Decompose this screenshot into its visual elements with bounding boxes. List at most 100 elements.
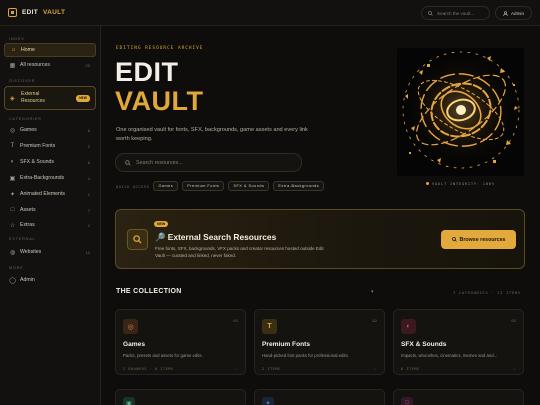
gamepad-icon: ◎: [123, 319, 138, 334]
card-number: 01: [233, 318, 238, 323]
sparkle-icon: ✦: [262, 397, 274, 405]
status-dot-icon: [426, 182, 429, 185]
sidebar-item-count: 2: [87, 143, 90, 149]
card-description: Hand-picked font packs for professional …: [262, 353, 349, 358]
sidebar-item-count: 12: [85, 249, 90, 255]
image-icon: ▣: [123, 397, 135, 405]
sidebar-item-label: Home: [21, 47, 35, 53]
vault-artwork: [397, 48, 524, 176]
hero-title-line-2: VAULT: [115, 86, 204, 116]
banner-title: 🔎 External Search Resources: [155, 232, 277, 242]
card-number: 03: [511, 318, 516, 323]
quick-access: QUICK ACCESS Games Premium Fonts SFX & S…: [116, 181, 325, 191]
quick-chip-games[interactable]: Games: [153, 181, 179, 191]
card-title: Premium Fonts: [262, 341, 310, 348]
top-search-input[interactable]: Search the vault...: [421, 6, 490, 20]
sidebar-item-count: 23: [85, 62, 90, 68]
sidebar-item-count: 7: [87, 207, 90, 213]
category-card-premium-fonts[interactable]: T 02 Premium Fonts Hand-picked font pack…: [254, 309, 385, 375]
type-icon: T: [10, 143, 15, 149]
arrow-right-icon: →: [373, 366, 377, 371]
brand-word-2: VAULT: [43, 9, 66, 16]
category-card-assets[interactable]: □: [393, 389, 524, 405]
search-icon: [127, 229, 148, 250]
sidebar-item-count: 6: [87, 127, 90, 133]
card-title: Games: [123, 341, 145, 348]
sound-icon: ◐: [10, 159, 15, 165]
banner-text: Free fonts, SFX, backgrounds, VFX packs …: [155, 246, 324, 258]
brand-logo[interactable]: EDIT VAULT: [8, 8, 65, 17]
sidebar-item-external-resources[interactable]: ◈ External Resources NEW: [4, 86, 96, 110]
sidebar-item-admin[interactable]: ◯ Admin: [4, 273, 96, 287]
sidebar-item-label: External Resources: [21, 91, 45, 104]
user-icon: ◯: [9, 277, 16, 284]
top-bar: EDIT VAULT Search the vault... Admin: [0, 0, 540, 26]
sidebar-item-home[interactable]: ⌂ Home: [4, 43, 96, 57]
sidebar-item-label: Games: [20, 127, 37, 133]
sound-icon: ◐: [401, 319, 416, 334]
sidebar-item-label: Websites: [20, 249, 42, 255]
sidebar-item-label: Animated Elements: [20, 191, 65, 197]
admin-button-label: Admin: [510, 10, 525, 16]
sidebar-item-count: 6: [87, 159, 90, 165]
quick-chip-premium-fonts[interactable]: Premium Fonts: [182, 181, 225, 191]
category-card-animated-elements[interactable]: ✦: [254, 389, 385, 405]
art-caption-text: VAULT INTEGRITY: 100%: [432, 181, 495, 186]
search-icon: [451, 237, 457, 242]
sidebar-item-assets[interactable]: □ Assets 7: [4, 203, 96, 217]
sidebar-item-games[interactable]: ◎ Games 6: [4, 123, 96, 137]
sidebar: INDEX ⌂ Home ▦ All resources 23 DISCOVER…: [0, 26, 101, 405]
sidebar-item-sfx-sounds[interactable]: ◐ SFX & Sounds 6: [4, 155, 96, 169]
quick-access-label: QUICK ACCESS: [116, 183, 150, 189]
collection-title: THE COLLECTION: [116, 288, 182, 295]
collection-meta: 7 CATEGORIES · 23 ITEMS: [453, 290, 521, 295]
search-icon: [125, 159, 131, 166]
sidebar-item-label: Extras: [20, 222, 35, 228]
type-icon: T: [262, 319, 277, 334]
compass-icon: ◈: [10, 95, 15, 102]
hero-search-input[interactable]: Search resources...: [115, 153, 302, 172]
vault-logo-icon: [8, 8, 17, 17]
star-icon: ☆: [9, 222, 16, 229]
category-card-extra-backgrounds[interactable]: ▣: [115, 389, 246, 405]
sidebar-item-label: SFX & Sounds: [20, 159, 55, 165]
sidebar-section-index: INDEX: [9, 37, 25, 41]
external-resources-banner: NEW 🔎 External Search Resources Free fon…: [115, 209, 525, 269]
sparkle-icon: ✦: [9, 191, 16, 198]
sidebar-item-label: Premium Fonts: [20, 143, 56, 149]
sidebar-item-label: Extra-Backgrounds: [20, 175, 65, 181]
chevron-down-icon[interactable]: ▾: [371, 289, 374, 295]
quick-chip-sfx-sounds[interactable]: SFX & Sounds: [228, 181, 270, 191]
sidebar-item-animated-elements[interactable]: ✦ Animated Elements 1: [4, 187, 96, 201]
arrow-right-icon: →: [234, 366, 238, 371]
sidebar-section-categories: CATEGORIES: [9, 117, 42, 121]
quick-chip-extra-backgrounds[interactable]: Extra-Backgrounds: [273, 181, 325, 191]
hero-title-line-1: EDIT: [115, 57, 179, 87]
new-badge: NEW: [154, 221, 169, 227]
sidebar-item-count: 1: [87, 191, 90, 197]
sidebar-item-all-resources[interactable]: ▦ All resources 23: [4, 58, 96, 72]
top-search-placeholder: Search the vault...: [437, 10, 475, 16]
sidebar-item-extras[interactable]: ☆ Extras 4: [4, 218, 96, 232]
sidebar-item-premium-fonts[interactable]: T Premium Fonts 2: [4, 139, 96, 153]
home-icon: ⌂: [11, 47, 16, 53]
category-card-sfx-sounds[interactable]: ◐ 03 SFX & Sounds Impacts, whooshes, cin…: [393, 309, 524, 375]
card-description: Impacts, whooshes, cinematics, memes and…: [401, 353, 498, 358]
card-meta: 2 ITEMS: [262, 367, 281, 371]
globe-icon: ◍: [9, 249, 16, 256]
art-caption: VAULT INTEGRITY: 100%: [426, 181, 495, 186]
sidebar-item-extra-backgrounds[interactable]: ▣ Extra-Backgrounds 4: [4, 171, 96, 185]
category-card-games[interactable]: ◎ 01 Games Packs, presets and assets for…: [115, 309, 246, 375]
admin-button[interactable]: Admin: [495, 6, 532, 20]
user-icon: [503, 10, 508, 16]
browse-resources-button[interactable]: Browse resources: [441, 230, 516, 249]
sidebar-item-label: Assets: [20, 207, 36, 213]
card-meta: 6 ITEMS: [401, 367, 420, 371]
card-title: SFX & Sounds: [401, 341, 447, 348]
search-icon: [428, 10, 433, 16]
image-icon: ▣: [9, 175, 16, 182]
sidebar-item-websites[interactable]: ◍ Websites 12: [4, 245, 96, 259]
sidebar-item-label: All resources: [20, 62, 50, 68]
brand-word-1: EDIT: [22, 9, 39, 16]
sidebar-section-discover: DISCOVER: [9, 79, 36, 83]
